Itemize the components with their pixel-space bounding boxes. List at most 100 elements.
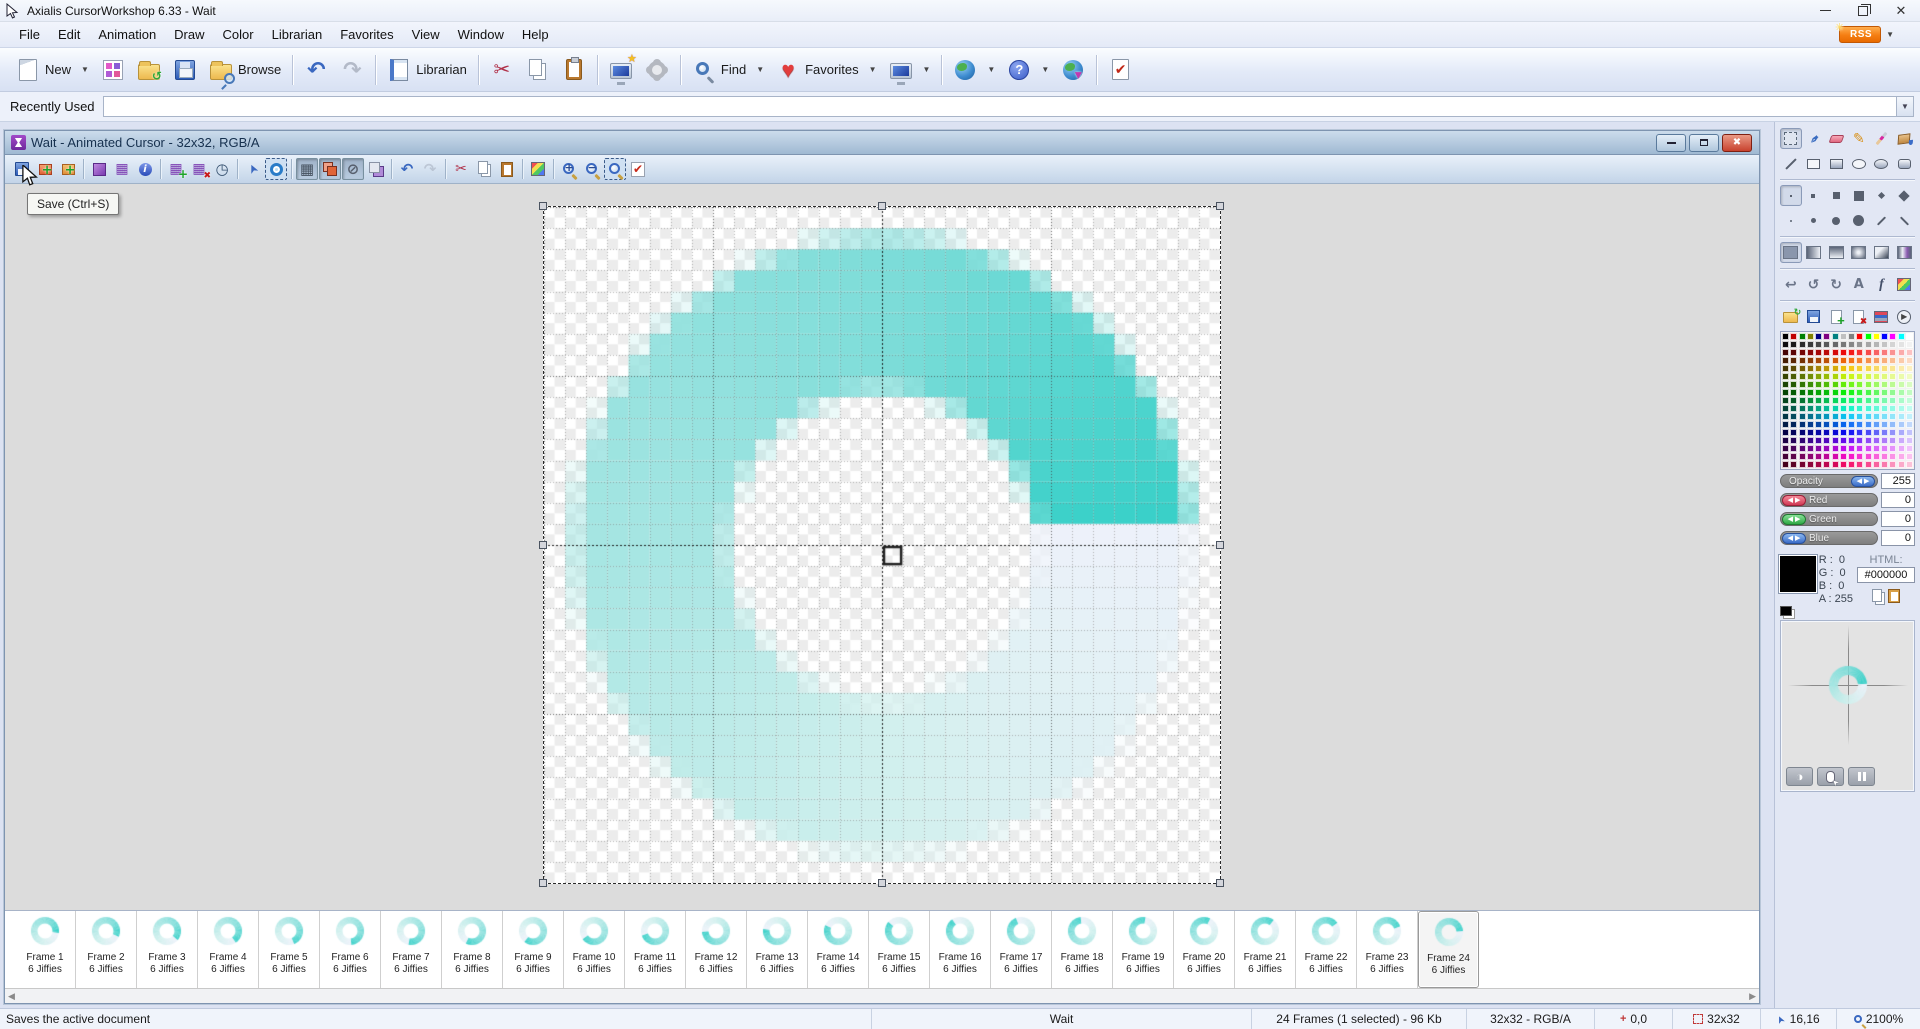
green-slider[interactable]: Green◀ ▶ xyxy=(1780,512,1878,526)
rect-button[interactable] xyxy=(1803,153,1825,174)
palette-color[interactable] xyxy=(1873,357,1880,364)
librarian-button[interactable]: Librarian xyxy=(381,52,473,88)
selection-handle[interactable] xyxy=(539,879,547,887)
palette-add-button[interactable] xyxy=(1825,306,1847,327)
palette-color[interactable] xyxy=(1782,349,1789,356)
frame-14[interactable]: Frame 146 Jiffies xyxy=(808,911,869,988)
palette-color[interactable] xyxy=(1815,461,1822,468)
palette-color[interactable] xyxy=(1782,429,1789,436)
doc-toolbar-check-button[interactable] xyxy=(627,158,649,180)
palette-color[interactable] xyxy=(1881,373,1888,380)
menu-view[interactable]: View xyxy=(403,23,449,46)
palette-color[interactable] xyxy=(1848,461,1855,468)
brush-button[interactable] xyxy=(1871,128,1893,149)
palette-color[interactable] xyxy=(1898,381,1905,388)
size-sq2-button[interactable] xyxy=(1803,185,1825,206)
palette-color[interactable] xyxy=(1889,349,1896,356)
palette-color[interactable] xyxy=(1889,381,1896,388)
palette-color[interactable] xyxy=(1823,389,1830,396)
palette-color[interactable] xyxy=(1782,453,1789,460)
palette-color[interactable] xyxy=(1832,373,1839,380)
frame-10[interactable]: Frame 106 Jiffies xyxy=(564,911,625,988)
size-dia2-button[interactable] xyxy=(1871,185,1893,206)
palette-color[interactable] xyxy=(1832,437,1839,444)
palette-color[interactable] xyxy=(1823,381,1830,388)
palette-color[interactable] xyxy=(1790,341,1797,348)
palette-color[interactable] xyxy=(1906,453,1913,460)
palette-color[interactable] xyxy=(1898,437,1905,444)
palette-color[interactable] xyxy=(1856,341,1863,348)
palette-color[interactable] xyxy=(1790,421,1797,428)
palette-lines-button[interactable] xyxy=(1871,306,1893,327)
palette-del-button[interactable] xyxy=(1848,306,1870,327)
doc-toolbar-export-image-button[interactable] xyxy=(88,158,110,180)
palette-color[interactable] xyxy=(1823,461,1830,468)
palette-color[interactable] xyxy=(1807,413,1814,420)
palette-color[interactable] xyxy=(1823,413,1830,420)
palette-color[interactable] xyxy=(1889,413,1896,420)
palette-color[interactable] xyxy=(1881,413,1888,420)
palette-color[interactable] xyxy=(1799,349,1806,356)
palette-color[interactable] xyxy=(1906,365,1913,372)
palette-color[interactable] xyxy=(1832,357,1839,364)
palette-color[interactable] xyxy=(1865,461,1872,468)
palette-color[interactable] xyxy=(1889,341,1896,348)
doc-toolbar-paste-button[interactable] xyxy=(496,158,518,180)
frame-18[interactable]: Frame 186 Jiffies xyxy=(1052,911,1113,988)
frame-23[interactable]: Frame 236 Jiffies xyxy=(1357,911,1418,988)
size-backslash-button[interactable] xyxy=(1893,210,1915,231)
frame-4[interactable]: Frame 46 Jiffies xyxy=(198,911,259,988)
size-sq4-button[interactable] xyxy=(1848,185,1870,206)
recently-used-input[interactable] xyxy=(104,97,1896,116)
palette-color[interactable] xyxy=(1799,397,1806,404)
palette-color[interactable] xyxy=(1881,349,1888,356)
palette-color[interactable] xyxy=(1840,453,1847,460)
palette-color[interactable] xyxy=(1856,445,1863,452)
palette-color[interactable] xyxy=(1873,421,1880,428)
palette-color[interactable] xyxy=(1856,349,1863,356)
grad-cyl-button[interactable] xyxy=(1893,242,1915,263)
palette-color[interactable] xyxy=(1782,381,1789,388)
grad-v-button[interactable] xyxy=(1825,242,1847,263)
palette-folder-open-button[interactable] xyxy=(1780,306,1802,327)
palette-color[interactable] xyxy=(1790,373,1797,380)
size-dia3-button[interactable] xyxy=(1893,185,1915,206)
size-rnd2-button[interactable] xyxy=(1803,210,1825,231)
frame-12[interactable]: Frame 126 Jiffies xyxy=(686,911,747,988)
palette-color[interactable] xyxy=(1865,365,1872,372)
palette-color[interactable] xyxy=(1782,373,1789,380)
palette-color[interactable] xyxy=(1782,421,1789,428)
palette-color[interactable] xyxy=(1848,373,1855,380)
palette-color[interactable] xyxy=(1807,405,1814,412)
palette-color[interactable] xyxy=(1782,357,1789,364)
recently-used-combobox[interactable]: ▼ xyxy=(103,96,1914,117)
palette-color[interactable] xyxy=(1815,349,1822,356)
palette-color[interactable] xyxy=(1823,397,1830,404)
palette-color[interactable] xyxy=(1815,341,1822,348)
palette-color[interactable] xyxy=(1823,341,1830,348)
palette-color[interactable] xyxy=(1790,429,1797,436)
doc-toolbar-onion-skin-button[interactable] xyxy=(365,158,387,180)
palette-color[interactable] xyxy=(1873,341,1880,348)
palette-color[interactable] xyxy=(1840,341,1847,348)
palette-color[interactable] xyxy=(1790,445,1797,452)
palette-color[interactable] xyxy=(1898,421,1905,428)
palette-save-button[interactable] xyxy=(1803,306,1825,327)
green-value[interactable]: 0 xyxy=(1881,511,1915,527)
frame-6[interactable]: Frame 66 Jiffies xyxy=(320,911,381,988)
pencil-button[interactable] xyxy=(1848,128,1870,149)
palette-color[interactable] xyxy=(1881,365,1888,372)
paste-color-icon[interactable] xyxy=(1888,589,1900,603)
palette-color[interactable] xyxy=(1782,413,1789,420)
palette-color[interactable] xyxy=(1848,421,1855,428)
palette-color[interactable] xyxy=(1782,341,1789,348)
palette-color[interactable] xyxy=(1906,389,1913,396)
palette-color[interactable] xyxy=(1881,381,1888,388)
palette-color[interactable] xyxy=(1840,349,1847,356)
palette-color[interactable] xyxy=(1815,413,1822,420)
palette-color[interactable] xyxy=(1898,445,1905,452)
size-sq3-button[interactable] xyxy=(1825,185,1847,206)
palette-color[interactable] xyxy=(1856,405,1863,412)
doc-toolbar-info-button[interactable] xyxy=(134,158,156,180)
palette-color[interactable] xyxy=(1889,437,1896,444)
